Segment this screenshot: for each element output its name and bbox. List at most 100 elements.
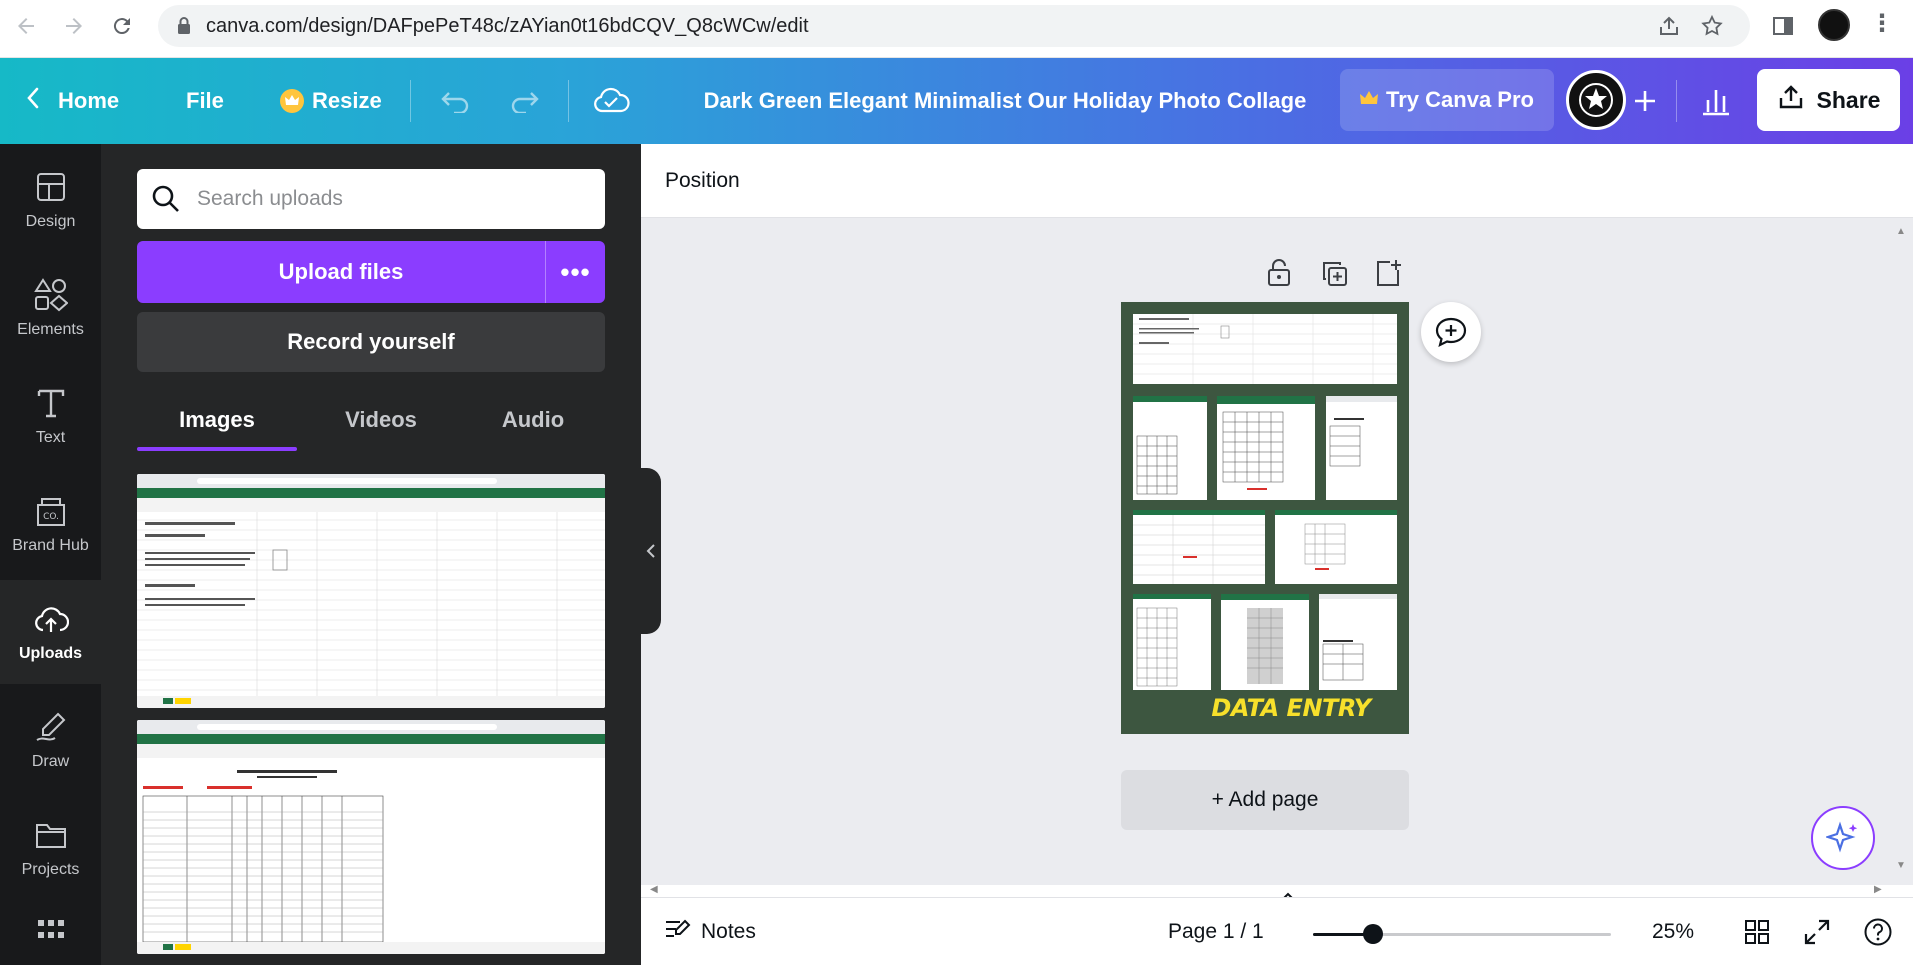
rail-label: Projects <box>21 861 80 878</box>
spreadsheet-screenshot-image <box>137 474 605 708</box>
brand-hub-icon: CO. <box>33 493 69 529</box>
sidebar-toggle-icon[interactable] <box>1772 15 1794 42</box>
collage-photo[interactable] <box>1133 510 1265 584</box>
collage-photo[interactable] <box>1133 314 1397 384</box>
search-placeholder: Search uploads <box>197 187 343 210</box>
redo-button[interactable] <box>508 58 542 144</box>
more-options-icon[interactable]: ••• <box>545 241 605 303</box>
resize-button[interactable]: Resize <box>280 58 382 144</box>
search-uploads-field[interactable]: Search uploads <box>137 169 605 229</box>
design-page[interactable]: DATA ENTRY <box>1121 302 1409 734</box>
position-button[interactable]: Position <box>665 144 740 218</box>
rail-item-elements[interactable]: Elements <box>0 256 101 360</box>
forward-arrow-icon[interactable] <box>58 10 90 42</box>
grid-view-icon[interactable] <box>1743 898 1771 966</box>
scroll-up-arrow-icon[interactable]: ▲ <box>1896 226 1906 237</box>
profile-avatar[interactable] <box>1818 9 1850 41</box>
collage-photo[interactable] <box>1217 396 1315 500</box>
browser-toolbar: canva.com/design/DAFpePeT48c/zAYian0t16b… <box>0 0 1913 58</box>
folder-icon <box>33 817 69 853</box>
reload-icon[interactable] <box>106 10 138 42</box>
upload-files-label: Upload files <box>278 259 404 284</box>
collage-photo[interactable] <box>1275 510 1397 584</box>
crown-icon <box>1360 87 1379 113</box>
back-arrow-icon[interactable] <box>10 10 42 42</box>
scroll-right-arrow-icon[interactable]: ▶ <box>1874 884 1882 895</box>
home-button[interactable]: Home <box>26 58 119 144</box>
editor-topbar: Home File Resize Dark Green Elegant Mini… <box>0 58 1913 144</box>
scroll-left-arrow-icon[interactable]: ◀ <box>650 884 658 895</box>
add-collaborator-button[interactable] <box>1632 58 1658 144</box>
add-page-icon[interactable] <box>1374 258 1402 293</box>
spreadsheet-screenshot-image <box>137 720 605 954</box>
user-avatar[interactable] <box>1566 70 1626 130</box>
rail-label: Brand Hub <box>12 537 89 554</box>
share-button[interactable]: Share <box>1757 69 1900 131</box>
pen-icon <box>33 709 69 745</box>
collage-photo[interactable] <box>1319 594 1397 690</box>
magic-assistant-button[interactable] <box>1811 806 1875 870</box>
rail-item-text[interactable]: Text <box>0 364 101 468</box>
rail-label: Uploads <box>18 645 83 662</box>
divider <box>1676 80 1677 122</box>
fullscreen-icon[interactable] <box>1803 898 1831 966</box>
try-pro-label: Try Canva Pro <box>1386 87 1534 112</box>
collage-photo[interactable] <box>1221 594 1309 690</box>
chevron-left-icon <box>646 544 655 558</box>
cloud-upload-icon <box>33 601 69 637</box>
zoom-slider-handle[interactable] <box>1362 924 1383 944</box>
rail-item-projects[interactable]: Projects <box>0 796 101 900</box>
lock-icon[interactable] <box>1266 258 1292 293</box>
cloud-saved-icon[interactable] <box>592 58 630 144</box>
collage-photo[interactable] <box>1326 396 1397 500</box>
upload-files-button[interactable]: Upload files ••• <box>137 241 605 303</box>
rail-item-draw[interactable]: Draw <box>0 688 101 792</box>
data-entry-text: DATA ENTRY <box>1211 694 1371 722</box>
collage-photo[interactable] <box>1133 396 1207 500</box>
rail-item-apps[interactable] <box>0 904 101 964</box>
rail-label: Elements <box>17 321 84 338</box>
tab-audio[interactable]: Audio <box>453 390 613 450</box>
crown-icon <box>280 89 304 113</box>
scroll-down-arrow-icon[interactable]: ▼ <box>1896 860 1906 871</box>
rail-label: Text <box>35 429 66 446</box>
browser-menu-icon[interactable]: ⋮ <box>1870 12 1894 36</box>
tab-videos[interactable]: Videos <box>301 390 461 450</box>
zoom-level[interactable]: 25% <box>1652 898 1694 966</box>
record-yourself-button[interactable]: Record yourself <box>137 312 605 372</box>
apps-grid-icon <box>33 912 69 948</box>
svg-text:CO.: CO. <box>43 512 59 522</box>
active-tab-indicator <box>137 447 297 451</box>
add-page-button[interactable]: + Add page <box>1121 770 1409 830</box>
share-label: Share <box>1816 86 1881 113</box>
try-canva-pro-button[interactable]: Try Canva Pro <box>1340 69 1554 131</box>
rail-item-design[interactable]: Design <box>0 148 101 252</box>
left-rail: Design Elements Text CO. Brand Hub Uploa… <box>0 144 101 965</box>
sparkle-icon <box>1826 821 1858 853</box>
duplicate-page-icon[interactable] <box>1321 260 1349 293</box>
rail-item-uploads[interactable]: Uploads <box>0 580 101 684</box>
redo-icon <box>511 92 539 113</box>
bookmark-star-icon[interactable] <box>1700 14 1724 43</box>
insights-button[interactable] <box>1700 58 1732 144</box>
notes-button[interactable]: Notes <box>663 898 756 966</box>
upload-thumbnail[interactable] <box>137 474 605 708</box>
file-menu-button[interactable]: File <box>186 58 224 144</box>
zoom-slider[interactable] <box>1313 933 1611 936</box>
tab-images[interactable]: Images <box>137 390 297 450</box>
notes-icon <box>663 917 691 947</box>
add-comment-button[interactable] <box>1421 302 1481 362</box>
collapse-panel-handle[interactable] <box>641 468 661 634</box>
upload-thumbnail[interactable] <box>137 720 605 954</box>
design-title[interactable]: Dark Green Elegant Minimalist Our Holida… <box>640 58 1370 144</box>
upload-share-icon <box>1777 83 1805 117</box>
data-entry-title[interactable]: DATA ENTRY <box>1201 686 1381 730</box>
page-indicator[interactable]: Page 1 / 1 <box>1168 898 1264 966</box>
address-bar[interactable]: canva.com/design/DAFpePeT48c/zAYian0t16b… <box>158 5 1750 47</box>
undo-button[interactable] <box>438 58 472 144</box>
share-page-icon[interactable] <box>1658 15 1680 42</box>
help-icon[interactable] <box>1863 898 1893 966</box>
uploads-panel: Search uploads Upload files ••• Record y… <box>101 144 641 965</box>
rail-item-brand-hub[interactable]: CO. Brand Hub <box>0 472 101 576</box>
collage-photo[interactable] <box>1133 594 1211 690</box>
